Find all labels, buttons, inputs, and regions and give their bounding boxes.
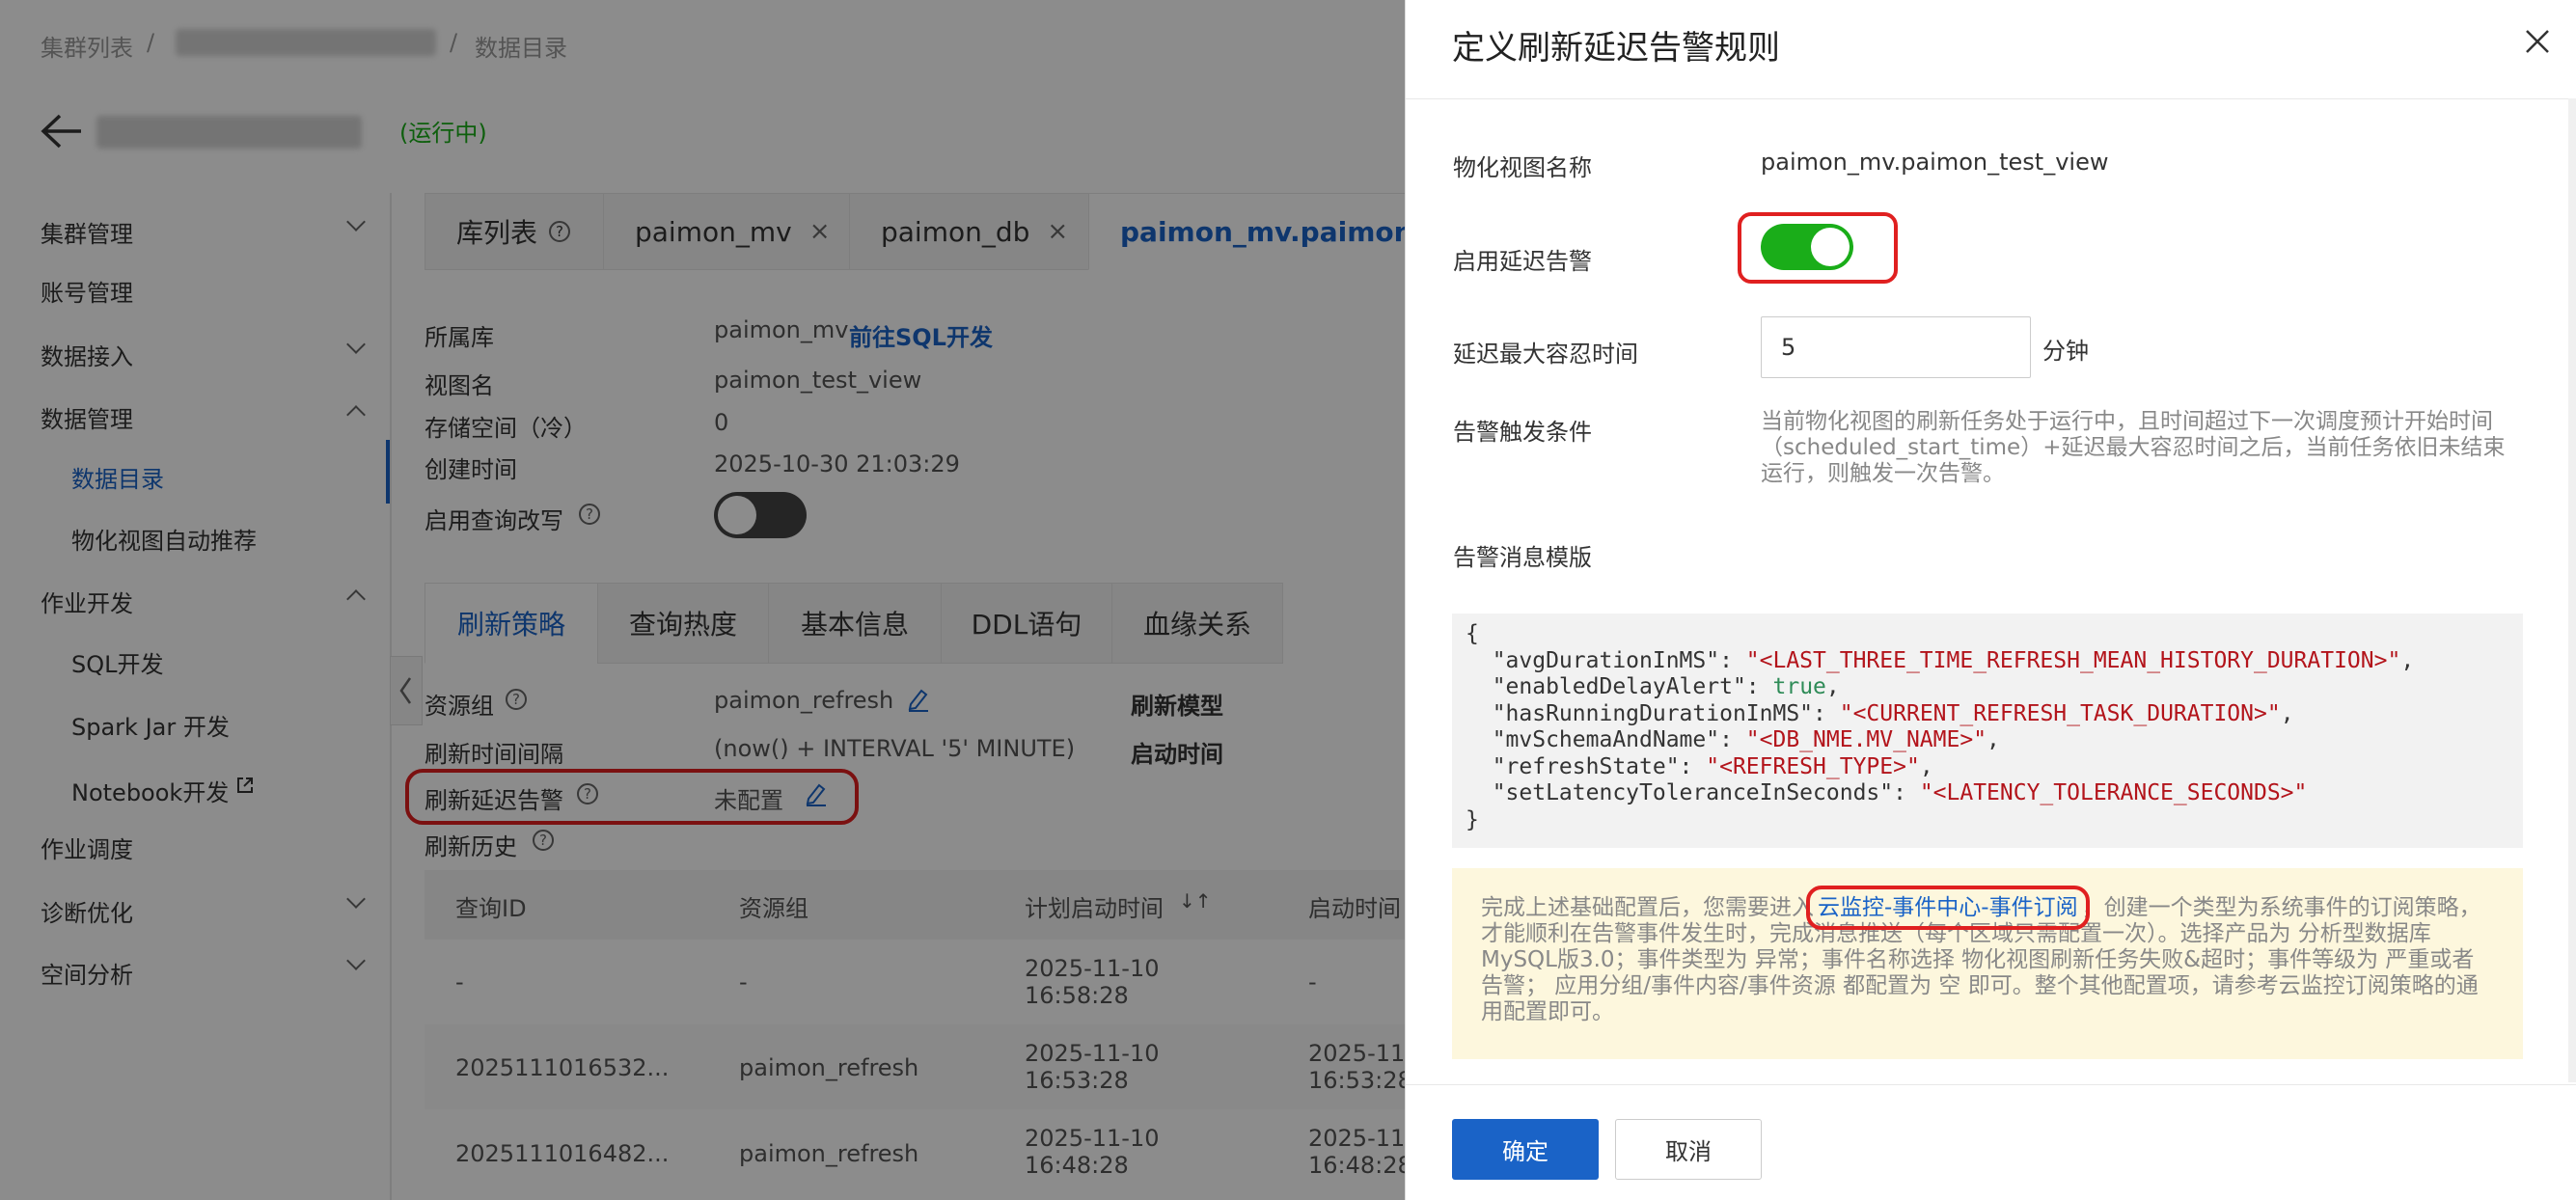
alert-rule-drawer: 定义刷新延迟告警规则 物化视图名称 paimon_mv.paimon_test_… (1405, 0, 2576, 1200)
trigger-condition-text: 当前物化视图的刷新任务处于运行中，且时间超过下一次调度预计开始时间 （sched… (1761, 409, 2533, 487)
drawer-title: 定义刷新延迟告警规则 (1452, 29, 1780, 68)
highlight-box-link (1806, 886, 2090, 930)
subscription-notice: 完成上述基础配置后，您需要进入 云监控-事件中心-事件订阅 ，创建一个类型为系统事件… (1452, 868, 2523, 1059)
cloud-monitor-subscription-link[interactable]: 云监控-事件中心-事件订阅 (1806, 886, 2090, 930)
message-template-label: 告警消息模版 (1453, 544, 1592, 571)
code-brace: { (1466, 621, 1479, 646)
trigger-condition-label: 告警触发条件 (1453, 419, 1592, 446)
modal-overlay[interactable] (0, 0, 1405, 1200)
code-key: "setLatencyToleranceInSeconds": (1466, 780, 1920, 805)
drawer-header-divider (1406, 98, 2576, 99)
code-key: "mvSchemaAndName": (1466, 727, 1746, 752)
close-icon[interactable] (2525, 29, 2550, 54)
trigger-line: 当前物化视图的刷新任务处于运行中，且时间超过下一次调度预计开始时间 (1761, 409, 2493, 434)
cancel-button[interactable]: 取消 (1615, 1119, 1762, 1180)
drawer-footer-divider (1406, 1084, 2576, 1085)
highlight-box-toggle (1738, 212, 1898, 284)
code-value: "<LAST_THREE_TIME_REFRESH_MEAN_HISTORY_D… (1745, 647, 2401, 673)
code-value: true (1772, 674, 1826, 699)
mv-name-value: paimon_mv.paimon_test_view (1761, 149, 2109, 176)
code-value: "<REFRESH_TYPE>" (1706, 753, 1920, 779)
mv-name-label: 物化视图名称 (1453, 154, 1592, 181)
code-key: "enabledDelayAlert": (1466, 674, 1773, 699)
confirm-button[interactable]: 确定 (1452, 1119, 1599, 1180)
code-key: "avgDurationInMS": (1466, 647, 1746, 673)
code-value: "<LATENCY_TOLERANCE_SECONDS>" (1919, 780, 2308, 805)
notice-text: 完成上述基础配置后，您需要进入 (1481, 895, 1814, 920)
tolerance-unit: 分钟 (2042, 338, 2089, 365)
code-key: "refreshState": (1466, 753, 1707, 779)
code-brace: } (1466, 806, 1479, 832)
tolerance-input[interactable] (1761, 316, 2031, 378)
trigger-line: （scheduled_start_time）+延迟最大容忍时间之后，当前任务依旧… (1761, 435, 2506, 460)
tolerance-label: 延迟最大容忍时间 (1453, 341, 1638, 368)
enable-alert-label: 启用延迟告警 (1453, 248, 1592, 275)
trigger-line: 运行，则触发一次告警。 (1761, 461, 2005, 486)
scrollbar[interactable] (2568, 98, 2576, 1082)
code-value: "<DB_NME.MV_NAME>" (1745, 727, 1987, 752)
code-value: "<CURRENT_REFRESH_TASK_DURATION>" (1839, 700, 2281, 726)
message-template-code: { "avgDurationInMS": "<LAST_THREE_TIME_R… (1452, 614, 2523, 848)
code-key: "hasRunningDurationInMS": (1466, 700, 1840, 726)
